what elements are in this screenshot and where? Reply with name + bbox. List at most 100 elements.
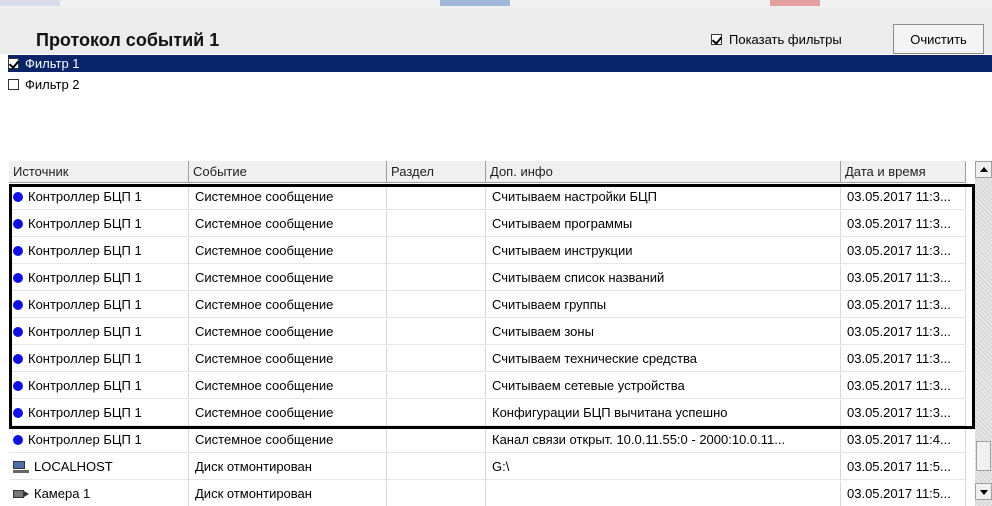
blue-dot-icon <box>13 353 23 364</box>
column-header-datetime[interactable]: Дата и время <box>841 161 966 183</box>
cell-source-text: Контроллер БЦП 1 <box>28 404 142 420</box>
column-header-event[interactable]: Событие <box>189 161 387 183</box>
top-window-strip <box>0 0 992 8</box>
cell-info: Конфигурации БЦП вычитана успешно <box>486 400 841 426</box>
cell-datetime: 03.05.2017 11:5... <box>841 481 966 506</box>
cell-section <box>387 319 486 345</box>
cell-info: Считываем список названий <box>486 265 841 291</box>
cell-section <box>387 400 486 426</box>
cell-source-text: Камера 1 <box>34 485 91 501</box>
table-row[interactable]: Камера 1 Диск отмонтирован 03.05.2017 11:5… <box>9 481 975 506</box>
cell-datetime: 03.05.2017 11:5... <box>841 454 966 480</box>
table-row[interactable]: Контроллер БЦП 1 Системное сообщение Считы… <box>9 292 975 318</box>
table-row[interactable]: Контроллер БЦП 1 Системное сообщение Считы… <box>9 346 975 372</box>
blue-dot-icon <box>13 245 23 256</box>
show-filters-toggle[interactable]: Показать фильтры <box>711 32 842 47</box>
cell-datetime: 03.05.2017 11:3... <box>841 238 966 264</box>
filter-checkbox[interactable] <box>8 79 19 90</box>
cell-datetime: 03.05.2017 11:4... <box>841 427 966 453</box>
cell-info: Считываем сетевые устройства <box>486 373 841 399</box>
show-filters-checkbox[interactable] <box>711 34 722 45</box>
filter-label: Фильтр 2 <box>25 77 80 92</box>
column-header-info[interactable]: Доп. инфо <box>486 161 841 183</box>
cell-section <box>387 184 486 210</box>
table-row[interactable]: Контроллер БЦП 1 Системное сообщение Конфи… <box>9 400 975 426</box>
cell-info <box>486 481 841 506</box>
toolbar-fragment <box>770 0 820 6</box>
cell-source: Контроллер БЦП 1 <box>9 373 189 399</box>
cell-section <box>387 265 486 291</box>
cell-section <box>387 454 486 480</box>
filter-label: Фильтр 1 <box>25 56 80 71</box>
cell-source-text: Контроллер БЦП 1 <box>28 323 142 339</box>
cell-event: Системное сообщение <box>189 292 387 318</box>
blue-dot-icon <box>13 407 23 418</box>
cell-section <box>387 292 486 318</box>
table-row[interactable]: Контроллер БЦП 1 Системное сообщение Считы… <box>9 265 975 291</box>
arrow-up-icon <box>980 167 988 172</box>
filter-item[interactable]: Фильтр 1 <box>8 55 992 72</box>
cell-source-text: Контроллер БЦП 1 <box>28 242 142 258</box>
clear-button[interactable]: Очистить <box>893 24 984 54</box>
table-row[interactable]: Контроллер БЦП 1 Системное сообщение Считы… <box>9 238 975 264</box>
cell-datetime: 03.05.2017 11:3... <box>841 211 966 237</box>
blue-dot-icon <box>13 272 23 283</box>
cell-datetime: 03.05.2017 11:3... <box>841 400 966 426</box>
scroll-up-button[interactable] <box>975 161 992 178</box>
filter-item[interactable]: Фильтр 2 <box>8 76 992 93</box>
blue-dot-icon <box>13 218 23 229</box>
cell-source: Контроллер БЦП 1 <box>9 211 189 237</box>
cell-section <box>387 346 486 372</box>
cell-info: Считываем инструкции <box>486 238 841 264</box>
cell-source: LOCALHOST <box>9 454 189 480</box>
camera-icon <box>13 488 29 500</box>
cell-section <box>387 373 486 399</box>
blue-dot-icon <box>13 299 23 310</box>
cell-event: Системное сообщение <box>189 184 387 210</box>
blue-dot-icon <box>13 380 23 391</box>
cell-source: Контроллер БЦП 1 <box>9 319 189 345</box>
cell-section <box>387 211 486 237</box>
cell-section <box>387 427 486 453</box>
vertical-scrollbar[interactable] <box>975 161 992 506</box>
cell-section <box>387 238 486 264</box>
table-row[interactable]: Контроллер БЦП 1 Системное сообщение Канал… <box>9 427 975 453</box>
computer-icon <box>13 460 29 473</box>
cell-datetime: 03.05.2017 11:3... <box>841 292 966 318</box>
blue-dot-icon <box>13 434 23 445</box>
filter-checkbox[interactable] <box>8 58 19 69</box>
cell-info: Считываем группы <box>486 292 841 318</box>
cell-info: Считываем программы <box>486 211 841 237</box>
scroll-down-button[interactable] <box>975 483 992 500</box>
table-row[interactable]: LOCALHOST Диск отмонтирован G:\ 03.05.2017 … <box>9 454 975 480</box>
table-header: Источник Событие Раздел Доп. инфо Дата и… <box>9 161 975 183</box>
table-row[interactable]: Контроллер БЦП 1 Системное сообщение Считы… <box>9 373 975 399</box>
column-header-section[interactable]: Раздел <box>387 161 486 183</box>
cell-source: Контроллер БЦП 1 <box>9 400 189 426</box>
table-row[interactable]: Контроллер БЦП 1 Системное сообщение Считы… <box>9 211 975 237</box>
cell-source: Контроллер БЦП 1 <box>9 292 189 318</box>
cell-event: Системное сообщение <box>189 427 387 453</box>
scroll-thumb[interactable] <box>976 441 991 471</box>
cell-source-text: Контроллер БЦП 1 <box>28 215 142 231</box>
cell-event: Системное сообщение <box>189 400 387 426</box>
cell-event: Диск отмонтирован <box>189 454 387 480</box>
cell-info: Считываем технические средства <box>486 346 841 372</box>
column-header-source[interactable]: Источник <box>9 161 189 183</box>
toolbar-fragment <box>440 0 510 6</box>
cell-event: Системное сообщение <box>189 265 387 291</box>
cell-source: Контроллер БЦП 1 <box>9 427 189 453</box>
cell-source: Контроллер БЦП 1 <box>9 184 189 210</box>
blue-dot-icon <box>13 191 23 202</box>
cell-event: Системное сообщение <box>189 319 387 345</box>
cell-info: Считываем настройки БЦП <box>486 184 841 210</box>
cell-source-text: Контроллер БЦП 1 <box>28 431 142 447</box>
cell-event: Системное сообщение <box>189 346 387 372</box>
cell-info: Канал связи открыт. 10.0.11.55:0 - 2000:… <box>486 427 841 453</box>
cell-datetime: 03.05.2017 11:3... <box>841 346 966 372</box>
page-title: Протокол событий 1 <box>36 30 220 50</box>
cell-info: G:\ <box>486 454 841 480</box>
table-row[interactable]: Контроллер БЦП 1 Системное сообщение Считы… <box>9 184 975 210</box>
cell-section <box>387 481 486 506</box>
table-row[interactable]: Контроллер БЦП 1 Системное сообщение Считы… <box>9 319 975 345</box>
